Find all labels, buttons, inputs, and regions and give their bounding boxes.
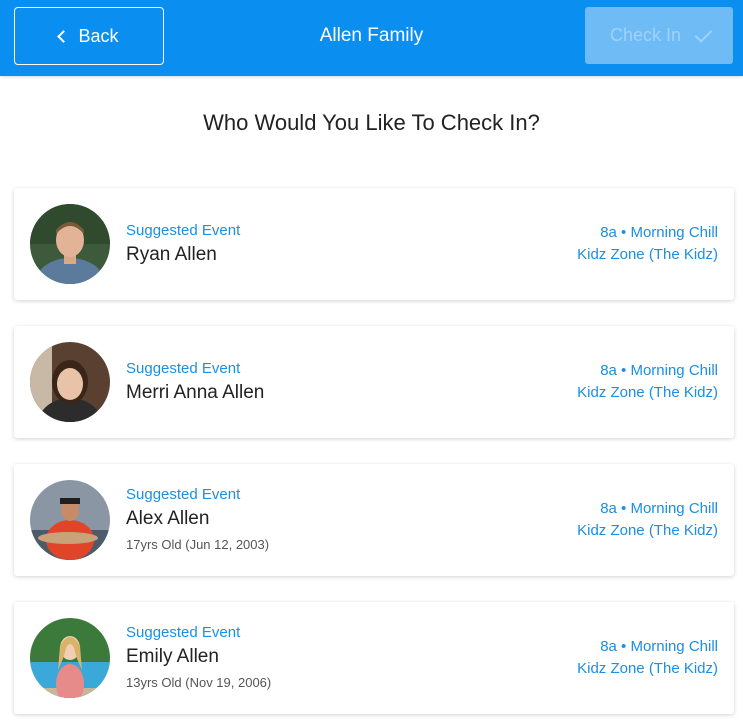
person-card-ryan[interactable]: Suggested Event Ryan Allen 8a • Morning … bbox=[14, 188, 734, 300]
person-name: Ryan Allen bbox=[126, 244, 217, 265]
check-in-button[interactable]: Check In bbox=[585, 7, 733, 64]
suggested-event-label: Suggested Event bbox=[126, 360, 241, 377]
avatar bbox=[30, 342, 110, 422]
person-name: Alex Allen bbox=[126, 508, 210, 529]
person-card-merri-anna[interactable]: Suggested Event Merri Anna Allen 8a • Mo… bbox=[14, 326, 734, 438]
event-time: 8a • Morning Chill bbox=[600, 362, 718, 379]
checkmark-icon bbox=[694, 24, 713, 43]
back-button-label: Back bbox=[78, 25, 119, 46]
back-button[interactable]: Back bbox=[14, 7, 164, 65]
event-room: Kidz Zone (The Kidz) bbox=[577, 660, 718, 677]
header-bar: Back Allen Family Check In bbox=[0, 0, 743, 76]
event-room: Kidz Zone (The Kidz) bbox=[577, 246, 718, 263]
suggested-event-label: Suggested Event bbox=[126, 222, 241, 239]
person-name: Merri Anna Allen bbox=[126, 382, 265, 403]
person-age: 17yrs Old (Jun 12, 2003) bbox=[126, 537, 270, 552]
event-time: 8a • Morning Chill bbox=[600, 224, 718, 241]
person-card-alex[interactable]: Suggested Event Alex Allen 17yrs Old (Ju… bbox=[14, 464, 734, 576]
check-in-button-label: Check In bbox=[609, 25, 682, 45]
suggested-event-label: Suggested Event bbox=[126, 624, 241, 641]
event-room: Kidz Zone (The Kidz) bbox=[577, 522, 718, 539]
suggested-event-label: Suggested Event bbox=[126, 486, 241, 503]
event-time: 8a • Morning Chill bbox=[600, 638, 718, 655]
avatar bbox=[30, 204, 110, 284]
person-age: 13yrs Old (Nov 19, 2006) bbox=[126, 675, 272, 690]
avatar bbox=[30, 480, 110, 560]
event-time: 8a • Morning Chill bbox=[600, 500, 718, 517]
avatar bbox=[30, 618, 110, 698]
person-card-emily[interactable]: Suggested Event Emily Allen 13yrs Old (N… bbox=[14, 602, 734, 714]
event-room: Kidz Zone (The Kidz) bbox=[577, 384, 718, 401]
chevron-left-icon bbox=[57, 30, 71, 43]
check-in-prompt: Who Would You Like To Check In? bbox=[203, 110, 540, 135]
person-name: Emily Allen bbox=[126, 646, 219, 667]
